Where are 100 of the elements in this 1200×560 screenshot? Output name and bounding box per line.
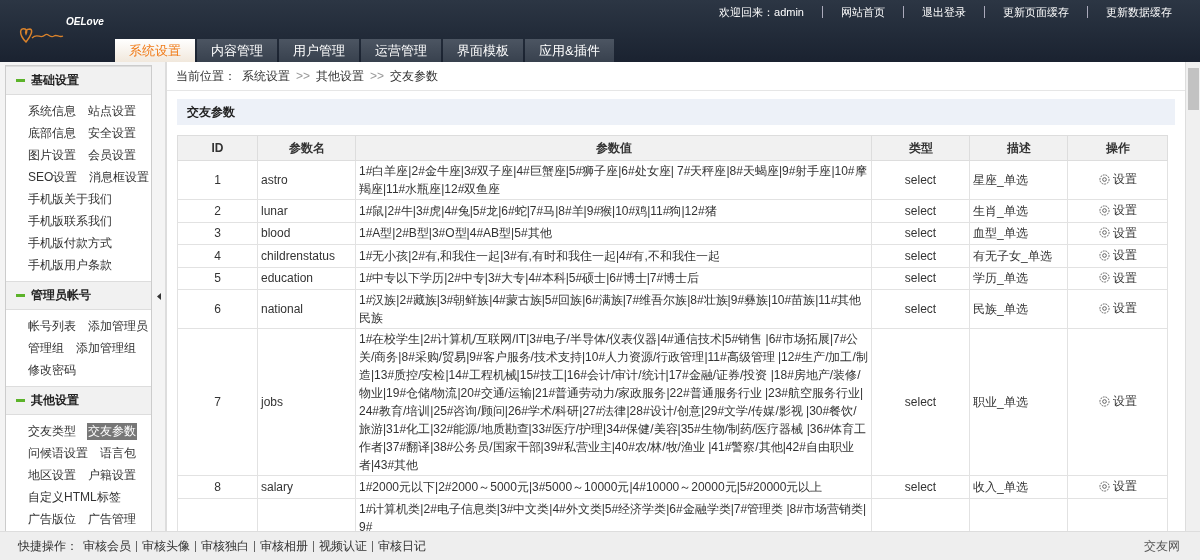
column-header: 参数值 (355, 135, 872, 161)
sidebar-item[interactable]: 管理组 (27, 339, 65, 357)
sidebar-group-header[interactable]: 其他设置 (6, 386, 151, 415)
breadcrumb-link[interactable]: 交友参数 (390, 67, 439, 85)
footer-link[interactable]: 审核会员 (78, 540, 136, 552)
param-name: childrenstatus (261, 248, 336, 263)
nav-tab[interactable]: 运营管理 (361, 39, 441, 62)
sidebar-item[interactable]: 户籍设置 (87, 466, 137, 484)
nav-tab[interactable]: 用户管理 (279, 39, 359, 62)
scrollbar-thumb[interactable] (1187, 68, 1199, 110)
sidebar-item[interactable]: 添加管理员 (87, 317, 149, 335)
sidebar-item[interactable]: 添加管理组 (75, 339, 137, 357)
column-header: 描述 (969, 135, 1068, 161)
sidebar-item[interactable]: 手机版用户条款 (27, 256, 113, 274)
sidebar-item[interactable]: SEO设置 (27, 168, 79, 186)
description-cell: 血型_单选 (973, 226, 1028, 241)
sidebar-item[interactable]: 帐号列表 (27, 317, 77, 335)
sidebar-item[interactable]: 广告版位 (27, 510, 77, 528)
header-link[interactable]: 网站首页 (822, 6, 903, 18)
sidebar-item[interactable]: 站点设置 (87, 102, 137, 120)
param-name: lunar (261, 203, 288, 218)
type-cell: select (904, 395, 937, 409)
param-name: astro (261, 173, 288, 187)
column-header: ID (177, 135, 258, 161)
gear-icon (1098, 249, 1110, 261)
group-title: 基础设置 (31, 72, 79, 89)
sidebar-item[interactable]: 系统信息 (27, 102, 77, 120)
sidebar-item[interactable]: 语言包 (99, 444, 137, 462)
sidebar-item[interactable]: 消息框设置 (88, 168, 151, 186)
header-link[interactable]: 退出登录 (903, 6, 984, 18)
sidebar-item[interactable]: 交友参数 (87, 422, 137, 440)
type-cell: select (904, 203, 937, 218)
sidebar-item[interactable]: 安全设置 (87, 124, 137, 142)
footer-link[interactable]: 视频认证 (313, 540, 372, 552)
column-header: 参数名 (257, 135, 356, 161)
group-title: 管理员帐号 (31, 287, 91, 304)
footer-link[interactable]: 审核头像 (136, 540, 195, 552)
id-cell: 7 (214, 395, 221, 409)
settings-link[interactable]: 设置 (1098, 392, 1137, 411)
settings-link[interactable]: 设置 (1098, 170, 1137, 189)
scrollbar[interactable] (1185, 62, 1200, 531)
breadcrumb-separator: >> (296, 69, 310, 83)
header-link[interactable]: 更新数据缓存 (1087, 6, 1190, 18)
param-values: 1#中专以下学历|2#中专|3#大专|4#本科|5#硕士|6#博士|7#博士后 (359, 271, 700, 286)
footer-brand: 交友网 (1144, 537, 1180, 555)
sidebar-item[interactable]: 手机版付款方式 (27, 234, 113, 252)
footer-link[interactable]: 审核独白 (195, 540, 254, 552)
sidebar-item[interactable]: 底部信息 (27, 124, 77, 142)
description-cell: 职业_单选 (973, 395, 1028, 409)
id-cell: 4 (214, 248, 221, 263)
sidebar-group-header[interactable]: 管理员帐号 (6, 281, 151, 310)
sidebar-item[interactable]: 自定义HTML标签 (27, 488, 122, 506)
settings-link[interactable]: 设置 (1098, 299, 1137, 318)
breadcrumb-link[interactable]: 系统设置 (242, 67, 290, 85)
type-cell: select (904, 173, 937, 187)
nav-tab[interactable]: 界面模板 (443, 39, 523, 62)
gear-icon (1098, 204, 1110, 216)
sidebar-group-header[interactable]: 基础设置 (6, 66, 151, 95)
breadcrumb-label: 当前位置： (176, 67, 236, 85)
breadcrumb-link[interactable]: 其他设置 (316, 67, 364, 85)
param-values: 1#在校学生|2#计算机/互联网/IT|3#电子/半导体/仪表仪器|4#通信技术|5#销售 |6#市场拓展|7#公关/商务|8#采购/贸易|9#客户服务/技术支持|10#人力资源/行政管理|11#高级管理 |12#生产/加工/制造|13#质控/安检|14#工程机械|15#技工|16#会计/审计/统计|17#金融/证券/投资 |18#房地产/装修/物业|19#仓储/物流|20#交通/运输|21#普通劳动力/家政服务|22#普通服务行业 |23#航空服务行业|24#教育/培训|25#咨询/顾问|26#学术/科研|27#法律|28#设计/创意|29#文学/传媒/影视 |30#餐饮/旅游|31#化工|32#能源/地质勘查|33#医疗/护理|34#保健/美容|35#生物/制药/医疗器械 |36#体育工作者|37#翻译|38#公务员/国家干部|39#私营业主|40#农/林/牧/渔业 |41#警察/其他|42#自由职业者|43#其他 (359, 332, 868, 472)
param-values: 1#无小孩|2#有,和我住一起|3#有,有时和我住一起|4#有,不和我住一起 (359, 248, 720, 263)
type-cell: select (904, 271, 937, 286)
header-link[interactable]: 欢迎回来：admin (701, 6, 822, 18)
sidebar-item[interactable]: 问候语设置 (27, 444, 89, 462)
type-cell: select (904, 226, 937, 241)
section-title: 交友参数 (177, 99, 1175, 125)
type-cell: select (904, 302, 937, 316)
gear-icon (1098, 173, 1110, 185)
nav-tab[interactable]: 内容管理 (197, 39, 277, 62)
sidebar-item[interactable]: 手机版关于我们 (27, 190, 113, 208)
header-link[interactable]: 更新页面缓存 (984, 6, 1087, 18)
gear-icon (1098, 395, 1110, 407)
param-name: jobs (261, 395, 283, 409)
id-cell: 6 (214, 302, 221, 316)
id-cell: 3 (214, 226, 221, 241)
sidebar-item[interactable]: 地区设置 (27, 466, 77, 484)
sidebar-item[interactable]: 手机版联系我们 (27, 212, 113, 230)
footer-label: 快捷操作： (18, 537, 78, 555)
description-cell: 有无子女_单选 (973, 248, 1052, 263)
type-cell: select (904, 479, 937, 494)
sidebar-item[interactable]: 图片设置 (27, 146, 77, 164)
param-values: 1#计算机类|2#电子信息类|3#中文类|4#外文类|5#经济学类|6#金融学类|7#管理类 |8#市场营销类|9# (359, 501, 867, 531)
sidebar-item[interactable]: 广告管理 (87, 510, 137, 528)
sidebar-item[interactable]: 交友类型 (27, 422, 77, 440)
param-values: 1#白羊座|2#金牛座|3#双子座|4#巨蟹座|5#狮子座|6#处女座| 7#天秤座|8#天蝎座|9#射手座|10#摩羯座|11#水瓶座|12#双鱼座 (359, 164, 867, 196)
description-cell: 生肖_单选 (973, 203, 1028, 218)
description-cell: 收入_单选 (973, 479, 1028, 494)
footer-link[interactable]: 审核相册 (254, 540, 313, 552)
gear-icon (1098, 227, 1110, 238)
sidebar-item[interactable]: 会员设置 (87, 146, 137, 164)
sidebar-item[interactable]: 修改密码 (27, 361, 77, 379)
collapse-arrow-icon[interactable] (156, 293, 161, 300)
gear-icon (1098, 302, 1110, 314)
param-values: 1#A型|2#B型|3#O型|4#AB型|5#其他 (359, 226, 552, 241)
footer-link[interactable]: 审核日记 (372, 540, 431, 552)
nav-tab[interactable]: 应用&插件 (525, 39, 614, 62)
param-name: national (261, 302, 304, 316)
column-header: 类型 (871, 135, 970, 161)
description-cell: 学历_单选 (973, 271, 1028, 286)
